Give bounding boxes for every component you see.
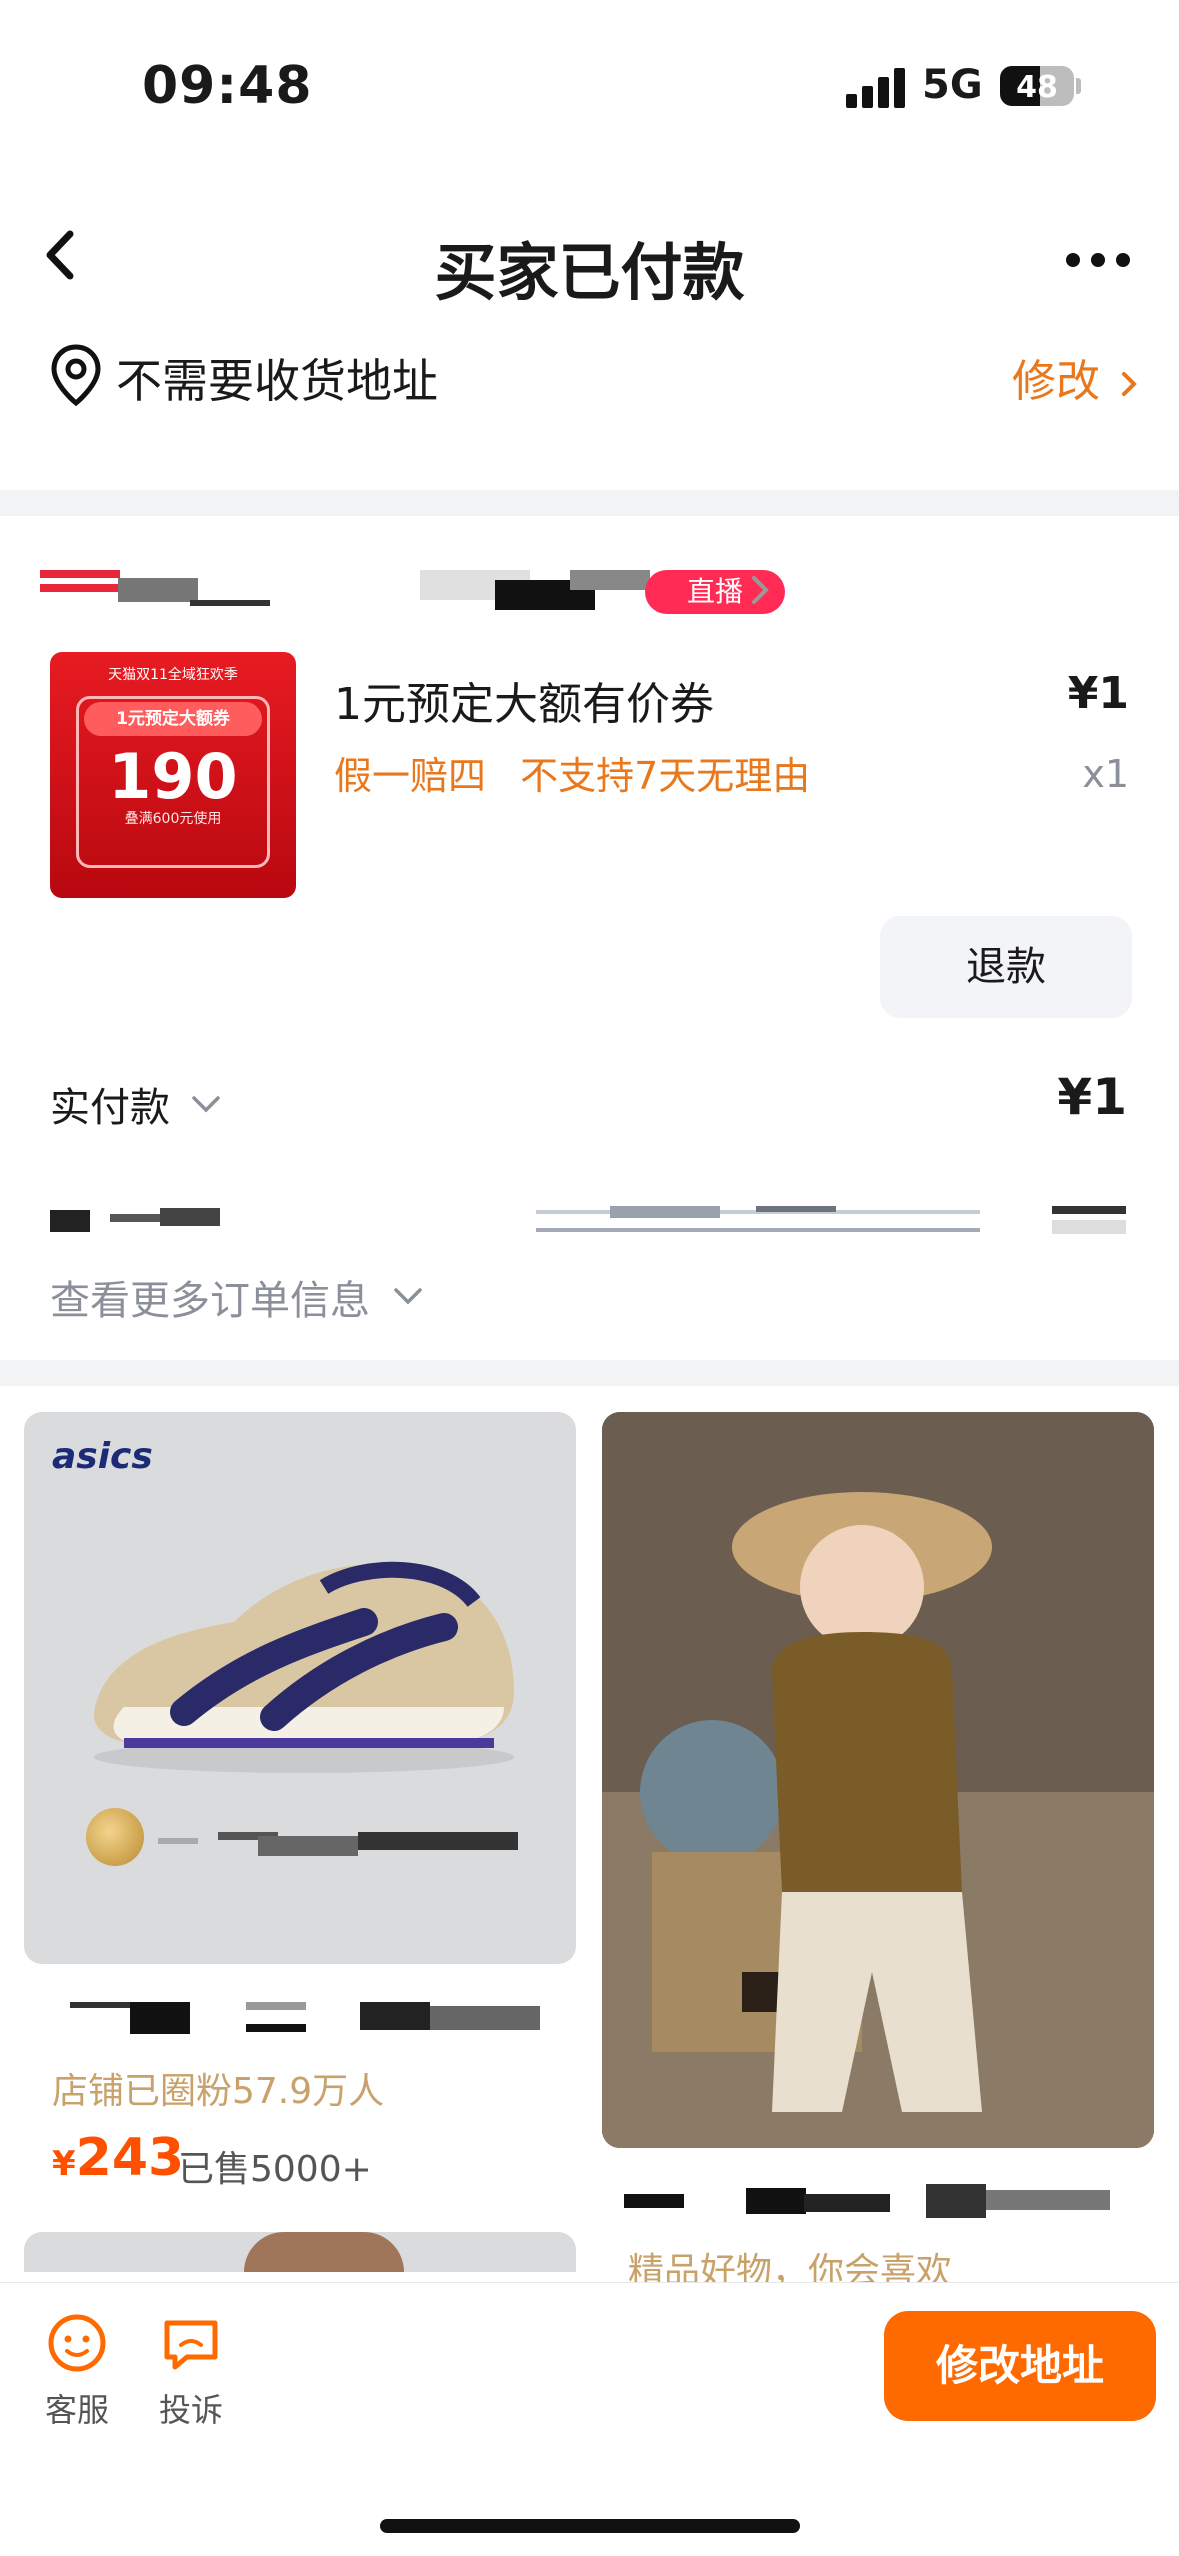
complaint-icon — [164, 2320, 218, 2370]
page-title: 买家已付款 — [434, 236, 745, 309]
order-copy-redacted — [1052, 1206, 1126, 1236]
more-icon — [1066, 253, 1130, 267]
chevron-right-icon — [1122, 372, 1137, 396]
thumb-label: 1元预定大额券 — [84, 702, 262, 736]
recommendation-card[interactable] — [602, 1412, 1154, 2148]
edit-address-button[interactable]: 修改地址 — [884, 2311, 1156, 2421]
product-tags: 假一赔四 不支持7天无理由 — [334, 745, 832, 800]
thumb-top-text: 天猫双11全域狂欢季 — [108, 667, 238, 683]
status-bar: 09:48 5G 48 — [0, 0, 1179, 150]
recommendation-card[interactable] — [24, 2232, 576, 2272]
battery-percent: 48 — [1016, 70, 1058, 105]
shoe-image — [93, 1561, 515, 1773]
paid-amount: ¥1 — [1057, 1068, 1127, 1126]
address-edit-label: 修改 — [1012, 356, 1100, 407]
store-name-redacted — [570, 570, 650, 590]
home-indicator — [380, 2519, 800, 2533]
more-button[interactable] — [1058, 230, 1148, 290]
chevron-right-icon — [752, 576, 769, 604]
store-fans: 店铺已圈粉57.9万人 — [52, 2071, 385, 2112]
store-logo-redacted — [40, 584, 120, 592]
nav-bar: 买家已付款 — [0, 190, 1179, 330]
product-title[interactable]: 1元预定大额有价券 — [334, 668, 714, 732]
refund-button[interactable]: 退款 — [880, 916, 1132, 1018]
customer-service-button[interactable]: 客服 — [32, 2311, 122, 2431]
address-edit-link[interactable]: 修改 — [1012, 345, 1144, 409]
recommendation-price: ¥243 — [52, 2128, 184, 2188]
recommendation-card[interactable]: asics — [24, 1412, 576, 1964]
address-row: 不需要收货地址 修改 — [0, 325, 1179, 445]
battery-tip — [1076, 78, 1081, 94]
store-name-redacted — [190, 600, 270, 606]
product-title-redacted — [70, 1998, 540, 2038]
thumb-sub: 叠满600元使用 — [124, 811, 222, 827]
status-time: 09:48 — [142, 56, 313, 116]
store-name-redacted — [158, 1828, 518, 1858]
product-quantity: x1 — [1082, 752, 1129, 796]
live-badge-label: 直播 — [686, 575, 743, 608]
battery-icon: 48 — [1000, 66, 1074, 106]
product-title-redacted — [624, 2182, 1110, 2222]
store-logo-redacted — [40, 570, 120, 578]
brand-logo: asics — [52, 1436, 153, 1477]
product-photo — [602, 1412, 1154, 2148]
product-price: ¥1 — [1067, 668, 1129, 719]
bottom-bar: 客服 投诉 修改地址 — [0, 2282, 1179, 2556]
product-thumbnail[interactable]: 天猫双11全域狂欢季 1元预定大额券 190 叠满600元使用 — [50, 652, 296, 898]
product-photo — [244, 2232, 404, 2272]
store-row[interactable]: 直播 — [40, 560, 1140, 620]
product-tag: 假一赔四 — [334, 754, 487, 798]
signal-icon — [846, 66, 906, 108]
order-detail-redacted — [536, 1206, 980, 1236]
customer-service-icon — [48, 2314, 106, 2372]
store-name-redacted — [118, 578, 198, 602]
address-text: 不需要收货地址 — [116, 354, 438, 408]
sold-count: 已售5000+ — [178, 2149, 372, 2190]
medal-icon — [86, 1808, 144, 1866]
order-number-redacted — [50, 1204, 220, 1234]
paid-label[interactable]: 实付款 — [50, 1075, 170, 1133]
location-pin-icon — [51, 344, 101, 407]
complaint-button[interactable]: 投诉 — [146, 2311, 236, 2431]
section-divider — [0, 490, 1179, 516]
complaint-label: 投诉 — [158, 2391, 223, 2429]
price-value: 243 — [75, 2128, 185, 2188]
customer-service-label: 客服 — [44, 2391, 109, 2429]
chevron-down-icon[interactable] — [392, 1285, 424, 1307]
product-tag: 不支持7天无理由 — [520, 754, 811, 798]
network-label: 5G — [922, 62, 983, 108]
more-order-info[interactable]: 查看更多订单信息 — [50, 1268, 370, 1326]
thumb-price: 190 — [108, 740, 238, 813]
currency-symbol: ¥ — [52, 2144, 76, 2184]
section-divider — [0, 1360, 1179, 1386]
chevron-down-icon[interactable] — [190, 1093, 222, 1115]
